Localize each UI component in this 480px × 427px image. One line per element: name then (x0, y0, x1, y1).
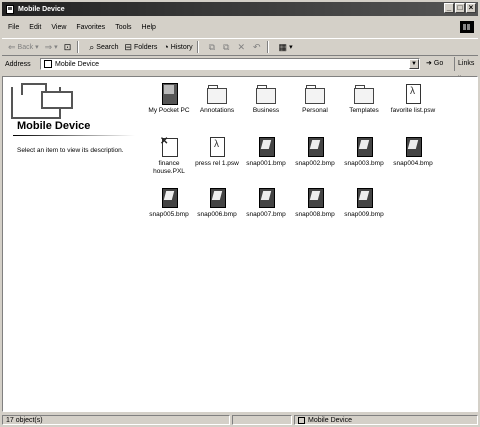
item-snap004[interactable]: snap004.bmp (388, 136, 438, 168)
bitmap-icon (206, 187, 228, 209)
address-bar: Address Mobile Device ▼ ➜ Go Links » (2, 57, 478, 81)
move-to-button[interactable]: ⧉ (209, 42, 217, 53)
views-icon: ▦ (278, 41, 288, 52)
minimize-button[interactable]: _ (444, 3, 454, 13)
forward-arrow-icon: ⇒ (44, 41, 53, 52)
item-snap006[interactable]: snap006.bmp (192, 187, 242, 219)
menu-view[interactable]: View (51, 24, 66, 31)
address-value: Mobile Device (55, 60, 99, 68)
document-icon (402, 83, 424, 105)
window-title: Mobile Device (18, 5, 65, 13)
menu-favorites[interactable]: Favorites (76, 24, 105, 31)
item-business[interactable]: Business (241, 83, 291, 115)
bitmap-icon (402, 136, 424, 158)
toolbar-separator (77, 41, 80, 53)
close-button[interactable]: × (466, 3, 476, 13)
menu-help[interactable]: Help (142, 24, 156, 31)
pane-description: Select an item to view its description. (17, 147, 124, 154)
undo-button[interactable]: ↶ (253, 42, 263, 53)
links-button[interactable]: Links » (454, 57, 478, 81)
go-button[interactable]: ➜ Go (426, 59, 443, 68)
up-folder-icon: ⊡ (63, 41, 72, 52)
maximize-button[interactable]: □ (455, 3, 465, 13)
move-to-icon: ⧉ (208, 41, 216, 52)
folders-icon: ⊟ (124, 41, 133, 52)
device-icon (298, 416, 305, 424)
status-bar: 17 object(s) Mobile Device (2, 414, 478, 426)
toolbar-separator (266, 41, 269, 53)
address-input[interactable]: Mobile Device ▼ (40, 58, 420, 70)
undo-icon: ↶ (253, 41, 261, 52)
folders-button[interactable]: ⊟ Folders (124, 42, 157, 53)
status-empty-panel (232, 415, 292, 425)
address-label: Address (5, 61, 31, 68)
item-snap007[interactable]: snap007.bmp (241, 187, 291, 219)
status-location-panel: Mobile Device (294, 415, 478, 425)
bitmap-icon (353, 136, 375, 158)
history-icon: ◔ (163, 42, 169, 52)
item-snap005[interactable]: snap005.bmp (144, 187, 194, 219)
item-templates[interactable]: Templates (339, 83, 389, 115)
document-icon (206, 136, 228, 158)
bitmap-icon (255, 136, 277, 158)
folder-icon (353, 83, 375, 105)
item-personal[interactable]: Personal (290, 83, 340, 115)
window-icon (6, 4, 14, 14)
bitmap-icon (255, 187, 277, 209)
up-folder-button[interactable]: ⊡ (64, 42, 74, 53)
item-snap009[interactable]: snap009.bmp (339, 187, 389, 219)
menu-edit[interactable]: Edit (29, 24, 41, 31)
item-finance-house[interactable]: finance house.PXL (144, 136, 194, 176)
folder-icon (304, 83, 326, 105)
pane-divider (13, 135, 135, 136)
title-bar[interactable]: Mobile Device _ □ × (2, 2, 478, 16)
search-button[interactable]: ⌕ Search (89, 42, 118, 53)
windows-logo-icon (460, 21, 474, 33)
item-favorite-list[interactable]: favorite list.psw (388, 83, 438, 115)
folder-view[interactable]: Mobile Device Select an item to view its… (2, 76, 478, 412)
explorer-window: Mobile Device _ □ × File Edit View Favor… (0, 0, 480, 427)
menu-bar: File Edit View Favorites Tools Help (2, 20, 478, 34)
item-snap002[interactable]: snap002.bmp (290, 136, 340, 168)
address-dropdown-button[interactable]: ▼ (409, 59, 419, 69)
web-view-pane: Mobile Device Select an item to view its… (3, 77, 141, 411)
menu-tools[interactable]: Tools (115, 24, 131, 31)
pane-title: Mobile Device (17, 120, 91, 132)
item-my-pocket-pc[interactable]: My Pocket PC (144, 83, 194, 115)
back-arrow-icon: ⇐ (8, 41, 16, 52)
folder-icon (255, 83, 277, 105)
copy-to-button[interactable]: ⧉ (223, 42, 231, 53)
item-press-rel[interactable]: press rel 1.psw (192, 136, 242, 168)
bitmap-icon (158, 187, 180, 209)
bitmap-icon (304, 187, 326, 209)
history-button[interactable]: ◔ History (163, 42, 192, 52)
bitmap-icon (304, 136, 326, 158)
spreadsheet-icon (158, 136, 180, 158)
views-button[interactable]: ▦ ▾ (279, 42, 293, 53)
mobile-device-large-icon (11, 83, 73, 119)
copy-to-icon: ⧉ (223, 41, 230, 52)
delete-button[interactable]: ✕ (237, 42, 247, 53)
folder-icon (206, 83, 228, 105)
item-snap003[interactable]: snap003.bmp (339, 136, 389, 168)
status-object-count: 17 object(s) (2, 415, 230, 425)
search-icon: ⌕ (89, 41, 95, 52)
delete-icon: ✕ (237, 41, 245, 52)
bitmap-icon (353, 187, 375, 209)
device-icon (44, 60, 52, 68)
forward-button[interactable]: ⇒ ▾ (45, 42, 58, 53)
standard-toolbar: ⇐ Back ▾ ⇒ ▾ ⊡ ⌕ Search ⊟ Folders ◔ Hist… (2, 38, 478, 56)
item-snap001[interactable]: snap001.bmp (241, 136, 291, 168)
item-snap008[interactable]: snap008.bmp (290, 187, 340, 219)
go-arrow-icon: ➜ (426, 60, 432, 67)
toolbar-separator (196, 41, 199, 53)
item-annotations[interactable]: Annotations (192, 83, 242, 115)
menu-file[interactable]: File (8, 24, 19, 31)
status-location: Mobile Device (308, 416, 352, 424)
pocket-pc-icon (158, 83, 180, 105)
back-button[interactable]: ⇐ Back ▾ (8, 42, 39, 53)
